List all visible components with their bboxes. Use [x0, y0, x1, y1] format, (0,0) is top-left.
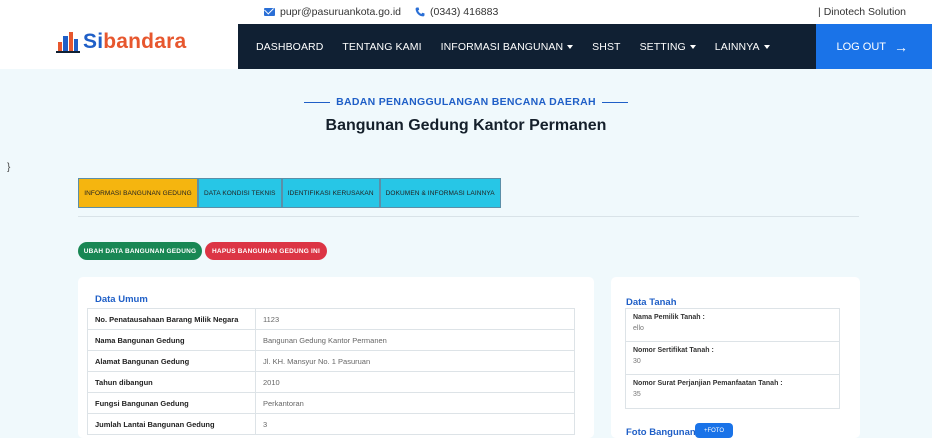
row-value: 1123 [255, 308, 575, 330]
section-divider [78, 216, 859, 217]
data-tanah-title: Data Tanah [626, 297, 677, 308]
row-value: Jl. KH. Mansyur No. 1 Pasuruan [255, 350, 575, 372]
table-row: Jumlah Lantai Bangunan Gedung 3 [87, 413, 575, 435]
foto-bangunan-title: Foto Bangunan [626, 427, 696, 438]
arrow-right-icon: → [894, 38, 908, 55]
row-value: Bangunan Gedung Kantor Permanen [255, 329, 575, 351]
logout-button[interactable]: LOG OUT → [816, 24, 932, 69]
tab-identifikasi-kerusakan[interactable]: IDENTIFIKASI KERUSAKAN [281, 178, 380, 208]
nav-informasi-bangunan[interactable]: INFORMASI BANGUNAN [441, 41, 574, 53]
data-umum-table: No. Penatausahaan Barang Milik Negara 112… [87, 308, 575, 435]
item-label: Nama Pemilik Tanah : [633, 314, 705, 321]
item-value: 30 [633, 358, 641, 365]
subtitle-line-right [601, 101, 628, 103]
item-value: 35 [633, 391, 641, 398]
row-value: 3 [255, 413, 575, 435]
email-contact[interactable]: pupr@pasuruankota.go.id [264, 6, 401, 18]
logo-area: Sibandara [0, 24, 238, 69]
caret-down-icon [689, 44, 696, 49]
table-row: No. Penatausahaan Barang Milik Negara 112… [87, 308, 575, 330]
mail-icon [264, 8, 275, 16]
brand-logo[interactable]: Sibandara [56, 30, 186, 54]
nav-tentang-kami[interactable]: TENTANG KAMI [342, 41, 421, 53]
table-row: Tahun dibangun 2010 [87, 371, 575, 393]
tab-informasi-bangunan[interactable]: INFORMASI BANGUNAN GEDUNG [78, 178, 198, 208]
contact-info: pupr@pasuruankota.go.id (0343) 416883 [264, 6, 498, 18]
list-item: Nomor Surat Perjanjian Pemanfaatan Tanah… [626, 375, 839, 408]
row-label: Alamat Bangunan Gedung [87, 350, 256, 372]
tab-dokumen-informasi[interactable]: DOKUMEN & INFORMASI LAINNYA [379, 178, 501, 208]
data-tanah-list: Nama Pemilik Tanah : ello Nomor Sertifik… [625, 308, 840, 409]
row-label: Jumlah Lantai Bangunan Gedung [87, 413, 256, 435]
agency-name: BADAN PENANGGULANGAN BENCANA DAERAH [336, 96, 596, 108]
nav-dashboard[interactable]: DASHBOARD [256, 41, 323, 53]
table-row: Fungsi Bangunan Gedung Perkantoran [87, 392, 575, 414]
page-title: Bangunan Gedung Kantor Permanen [325, 117, 607, 134]
stray-brace-text: } [7, 162, 11, 173]
email-text: pupr@pasuruankota.go.id [280, 6, 401, 18]
table-row: Nama Bangunan Gedung Bangunan Gedung Kant… [87, 329, 575, 351]
nav-shst[interactable]: SHST [592, 41, 620, 53]
row-label: Nama Bangunan Gedung [87, 329, 256, 351]
data-umum-card: Data Umum No. Penatausahaan Barang Milik… [78, 277, 594, 438]
row-label: No. Penatausahaan Barang Milik Negara [87, 308, 256, 330]
subtitle-line-left [304, 101, 331, 103]
item-value: ello [633, 325, 644, 332]
credit-text: | Dinotech Solution [818, 6, 906, 18]
nav-setting[interactable]: SETTING [640, 41, 696, 53]
item-label: Nomor Sertifikat Tanah : [633, 347, 714, 354]
caret-down-icon [763, 44, 770, 49]
item-label: Nomor Surat Perjanjian Pemanfaatan Tanah… [633, 380, 783, 387]
brand-name: Sibandara [83, 30, 187, 53]
data-umum-title: Data Umum [95, 294, 148, 305]
row-value: Perkantoran [255, 392, 575, 414]
delete-building-button[interactable]: HAPUS BANGUNAN GEDUNG INI [205, 242, 327, 260]
edit-building-button[interactable]: UBAH DATA BANGUNAN GEDUNG [78, 242, 202, 260]
top-contact-bar: pupr@pasuruankota.go.id (0343) 416883 | … [0, 0, 932, 24]
phone-text: (0343) 416883 [430, 6, 499, 18]
main-navbar: DASHBOARD TENTANG KAMI INFORMASI BANGUNA… [238, 24, 816, 69]
list-item: Nama Pemilik Tanah : ello [626, 309, 839, 342]
detail-tabs: INFORMASI BANGUNAN GEDUNG DATA KONDISI T… [78, 178, 501, 208]
logout-label: LOG OUT [836, 40, 886, 53]
row-label: Fungsi Bangunan Gedung [87, 392, 256, 414]
table-row: Alamat Bangunan Gedung Jl. KH. Mansyur No… [87, 350, 575, 372]
phone-contact[interactable]: (0343) 416883 [415, 6, 498, 18]
add-photo-button[interactable]: +FOTO [695, 423, 733, 438]
row-label: Tahun dibangun [87, 371, 256, 393]
row-value: 2010 [255, 371, 575, 393]
tab-data-kondisi-teknis[interactable]: DATA KONDISI TEKNIS [198, 178, 282, 208]
agency-subtitle: BADAN PENANGGULANGAN BENCANA DAERAH [0, 96, 932, 108]
caret-down-icon [567, 44, 574, 49]
phone-icon [415, 7, 425, 17]
building-logo-icon [56, 32, 80, 53]
list-item: Nomor Sertifikat Tanah : 30 [626, 342, 839, 375]
data-tanah-card: Data Tanah Nama Pemilik Tanah : ello Nom… [611, 277, 860, 438]
nav-lainnya[interactable]: LAINNYA [715, 41, 770, 53]
